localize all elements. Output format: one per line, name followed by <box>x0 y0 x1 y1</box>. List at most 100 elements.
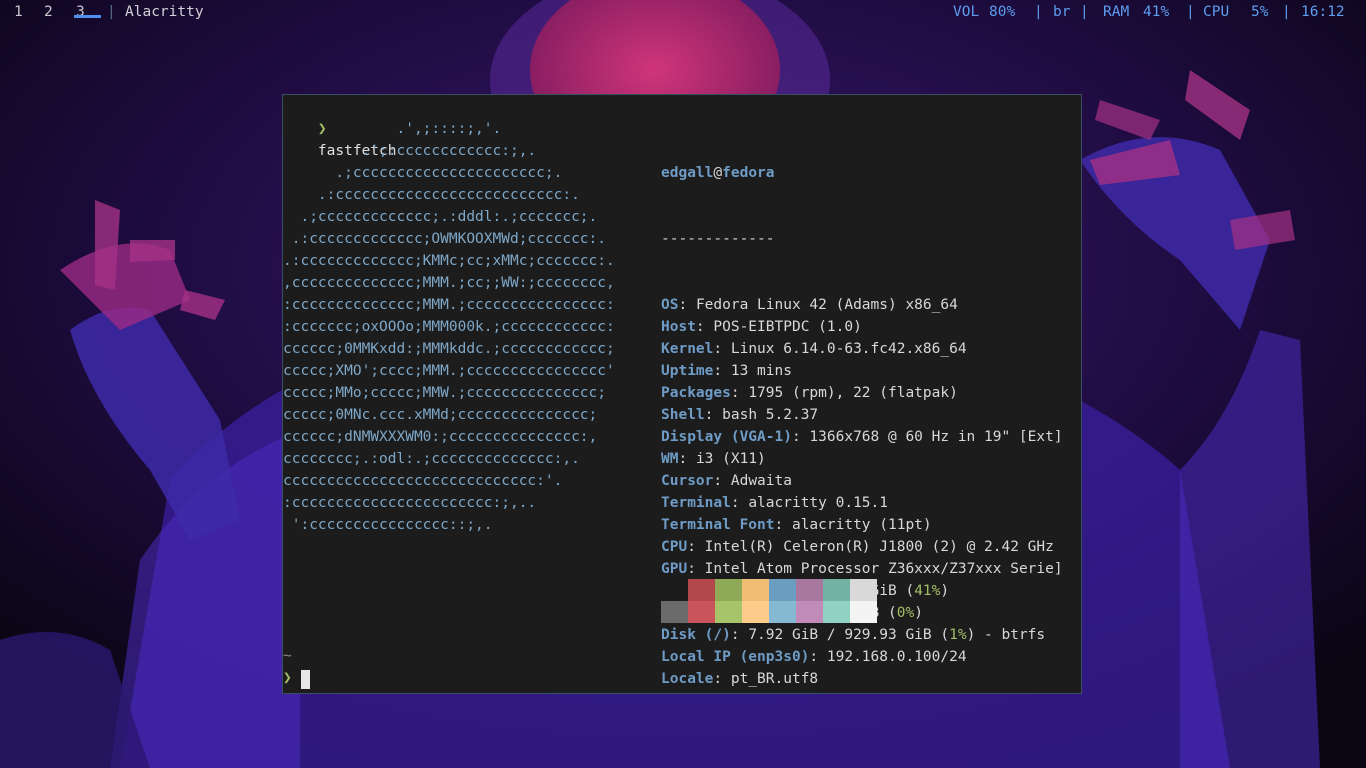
info-row: CPU: Intel(R) Celeron(R) J1800 (2) @ 2.4… <box>661 539 1054 555</box>
color-palette <box>661 579 877 623</box>
info-value: Adwaita <box>730 473 792 489</box>
status-separator: | <box>1186 4 1195 20</box>
cpu-value: 5% <box>1251 4 1269 20</box>
info-row: Uptime: 13 mins <box>661 363 792 379</box>
input-prompt-symbol: ❯ <box>283 670 292 686</box>
palette-swatch <box>823 579 850 601</box>
workspace-2[interactable]: 2 <box>44 0 53 24</box>
info-row: Display (VGA-1): 1366x768 @ 60 Hz in 19"… <box>661 429 1063 445</box>
info-row: Packages: 1795 (rpm), 22 (flatpak) <box>661 385 958 401</box>
logo-line: cccccc;dNMWXXXWM0:;ccccccccccccccc:, <box>283 429 598 445</box>
info-percentage: 41% <box>914 583 941 599</box>
ram-label: RAM <box>1103 4 1130 20</box>
info-key: GPU <box>661 561 688 577</box>
user-host-line: edgall@fedora <box>661 162 1063 184</box>
workspace-1[interactable]: 1 <box>14 0 23 24</box>
palette-swatch <box>661 579 688 601</box>
info-value: 192.168.0.100/24 <box>826 649 967 665</box>
logo-line: ccccc;MMo;ccccc;MMW.;ccccccccccccccc; <box>283 385 607 401</box>
status-separator: | <box>1034 4 1043 20</box>
palette-swatch <box>688 601 715 623</box>
info-row: Disk (/): 7.92 GiB / 929.93 GiB (1%) - b… <box>661 627 1046 643</box>
cwd-tilde: ~ <box>283 648 292 664</box>
fedora-ascii-logo: .',;::::;,'. .';:cccccccccccc:;,. .;cccc… <box>283 118 615 536</box>
info-percentage: 0% <box>896 605 915 621</box>
logo-line: .;cccccccccccccccccccccc;. <box>283 165 563 181</box>
info-key: Display (VGA-1) <box>661 429 792 445</box>
palette-swatch <box>796 601 823 623</box>
text-cursor[interactable] <box>301 670 310 689</box>
info-row: Shell: bash 5.2.37 <box>661 407 819 423</box>
info-value: alacritty 0.15.1 <box>748 495 888 511</box>
info-key: Disk (/) <box>661 627 731 643</box>
logo-line: ,cccccccccccccc;MMM.;cc;;WW:;cccccccc, <box>283 275 615 291</box>
palette-swatch <box>661 601 688 623</box>
palette-swatch <box>823 601 850 623</box>
palette-swatch <box>688 579 715 601</box>
info-key: OS <box>661 297 679 313</box>
workspace-3[interactable]: 3 <box>74 0 101 24</box>
info-divider: ------------- <box>661 231 775 247</box>
palette-swatch <box>742 601 769 623</box>
logo-line: .:ccccccccccccc;OWMKOOXMWd;ccccccc:. <box>283 231 607 247</box>
logo-line: cccccc;0MMKxdd:;MMMkddc.;cccccccccccc; <box>283 341 615 357</box>
info-percentage: 1% <box>949 627 967 643</box>
bar-separator: | <box>107 4 116 20</box>
volume-value: 80% <box>989 4 1016 20</box>
info-row: WM: i3 (X11) <box>661 451 766 467</box>
username: edgall <box>661 165 714 181</box>
logo-line: cccccccc;.:odl:.;cccccccccccccc:,. <box>283 451 580 467</box>
info-row: Terminal: alacritty 0.15.1 <box>661 495 888 511</box>
logo-line: .';:cccccccccccc:;,. <box>283 143 537 159</box>
info-value: bash 5.2.37 <box>722 407 819 423</box>
info-value: 13 mins <box>730 363 792 379</box>
logo-line: ccccc;XMO';cccc;MMM.;cccccccccccccccc' <box>283 363 615 379</box>
info-value: POS-EIBTPDC (1.0) <box>713 319 862 335</box>
info-value: 7.92 GiB / 929.93 GiB ( <box>748 627 950 643</box>
status-blocks: VOL 80% | br | RAM 41% | CPU 5% | 16:12 <box>946 0 1366 24</box>
status-separator: | <box>1282 4 1291 20</box>
info-value: Fedora Linux 42 (Adams) x86_64 <box>695 297 958 313</box>
palette-swatch <box>850 579 877 601</box>
info-key: Uptime <box>661 363 714 379</box>
info-key: Kernel <box>661 341 714 357</box>
info-row: OS: Fedora Linux 42 (Adams) x86_64 <box>661 297 958 313</box>
alacritty-terminal-window[interactable]: ❯ fastfetch .',;::::;,'. .';:ccccccccccc… <box>282 94 1082 694</box>
info-value: 1795 (rpm), 22 (flatpak) <box>748 385 958 401</box>
palette-swatch <box>850 601 877 623</box>
palette-swatch <box>796 579 823 601</box>
logo-line: ccccccccccccccccccccccccccccc:'. <box>283 473 563 489</box>
info-value: Intel Atom Processor Z36xxx/Z37xxx Serie… <box>704 561 1063 577</box>
palette-swatch <box>715 579 742 601</box>
status-separator: | <box>1080 4 1089 20</box>
logo-line: .',;::::;,'. <box>283 121 502 137</box>
logo-line: :ccccccccccccccccccccccc:;,.. <box>283 495 537 511</box>
palette-swatch <box>769 601 796 623</box>
info-row: Local IP (enp3s0): 192.168.0.100/24 <box>661 649 967 665</box>
info-key: CPU <box>661 539 688 555</box>
info-value: pt_BR.utf8 <box>730 671 819 687</box>
logo-line: ':cccccccccccccccc::;,. <box>283 517 493 533</box>
status-bar: 1 2 3 | Alacritty VOL 80% | br | RAM 41%… <box>0 0 1366 24</box>
info-key: Cursor <box>661 473 714 489</box>
info-row: Kernel: Linux 6.14.0-63.fc42.x86_64 <box>661 341 967 357</box>
info-row: Terminal Font: alacritty (11pt) <box>661 517 932 533</box>
clock: 16:12 <box>1301 4 1345 20</box>
info-row: Host: POS-EIBTPDC (1.0) <box>661 319 862 335</box>
info-key: Packages <box>661 385 731 401</box>
logo-line: :cccccccccccccc;MMM.;cccccccccccccccc: <box>283 297 615 313</box>
info-value: Intel(R) Celeron(R) J1800 (2) @ 2.42 GHz <box>704 539 1054 555</box>
logo-line: .:ccccccccccccc;KMMc;cc;xMMc;ccccccc:. <box>283 253 615 269</box>
palette-swatch <box>742 579 769 601</box>
logo-line: :ccccccc;oxOOOo;MMM000k.;cccccccccccc: <box>283 319 615 335</box>
info-row: Locale: pt_BR.utf8 <box>661 671 819 687</box>
info-value: Linux 6.14.0-63.fc42.x86_64 <box>730 341 967 357</box>
volume-label: VOL <box>953 4 980 20</box>
logo-line: .:cccccccccccccccccccccccccc:. <box>283 187 580 203</box>
info-value: alacritty (11pt) <box>791 517 932 533</box>
palette-swatch <box>769 579 796 601</box>
info-value: 1366x768 @ 60 Hz in 19" [Ext] <box>809 429 1063 445</box>
ram-value: 41% <box>1143 4 1170 20</box>
info-key: Local IP (enp3s0) <box>661 649 810 665</box>
info-key: WM <box>661 451 679 467</box>
